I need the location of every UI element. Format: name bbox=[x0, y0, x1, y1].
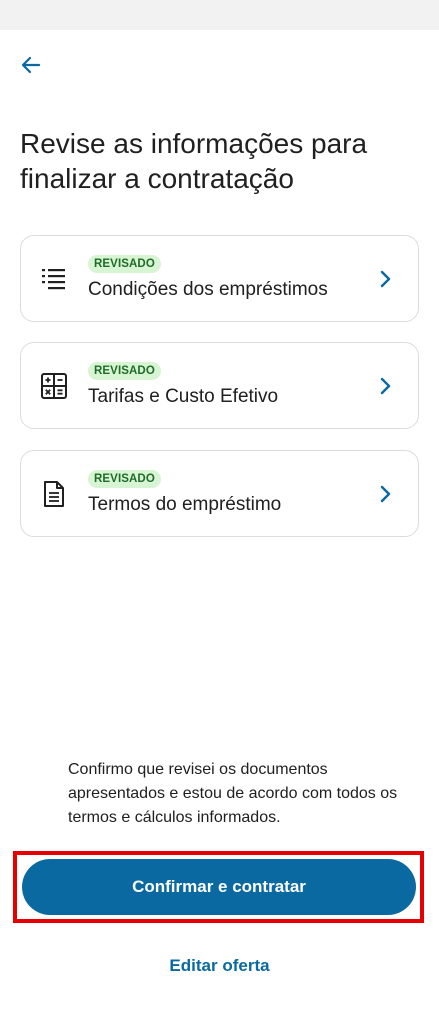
document-icon bbox=[39, 479, 69, 509]
edit-offer-button[interactable]: Editar oferta bbox=[0, 952, 439, 980]
chevron-right-icon bbox=[376, 266, 396, 292]
card-label: Tarifas e Custo Efetivo bbox=[88, 386, 279, 407]
page-title: Revise as informações para finalizar a c… bbox=[20, 128, 368, 194]
chevron-right-icon bbox=[376, 373, 396, 399]
consent-text: Confirmo que revisei os documentos apres… bbox=[68, 761, 398, 826]
card-loan-conditions[interactable]: REVISADO Condições dos empréstimos bbox=[20, 235, 419, 322]
confirm-and-contract-button[interactable]: Confirmar e contratar bbox=[22, 859, 416, 915]
card-loan-terms[interactable]: REVISADO Termos do empréstimo bbox=[20, 450, 419, 537]
list-icon bbox=[39, 264, 69, 294]
status-badge: REVISADO bbox=[88, 362, 161, 380]
arrow-left-icon bbox=[21, 56, 41, 74]
card-fees-effective-cost[interactable]: REVISADO Tarifas e Custo Efetivo bbox=[20, 342, 419, 429]
calculator-icon bbox=[39, 371, 69, 401]
card-label: Condições dos empréstimos bbox=[88, 279, 328, 300]
status-badge: REVISADO bbox=[88, 470, 161, 488]
card-label: Termos do empréstimo bbox=[88, 494, 282, 515]
status-bar bbox=[0, 0, 439, 30]
chevron-right-icon bbox=[376, 481, 396, 507]
status-badge: REVISADO bbox=[88, 255, 161, 273]
back-button[interactable] bbox=[14, 48, 48, 82]
